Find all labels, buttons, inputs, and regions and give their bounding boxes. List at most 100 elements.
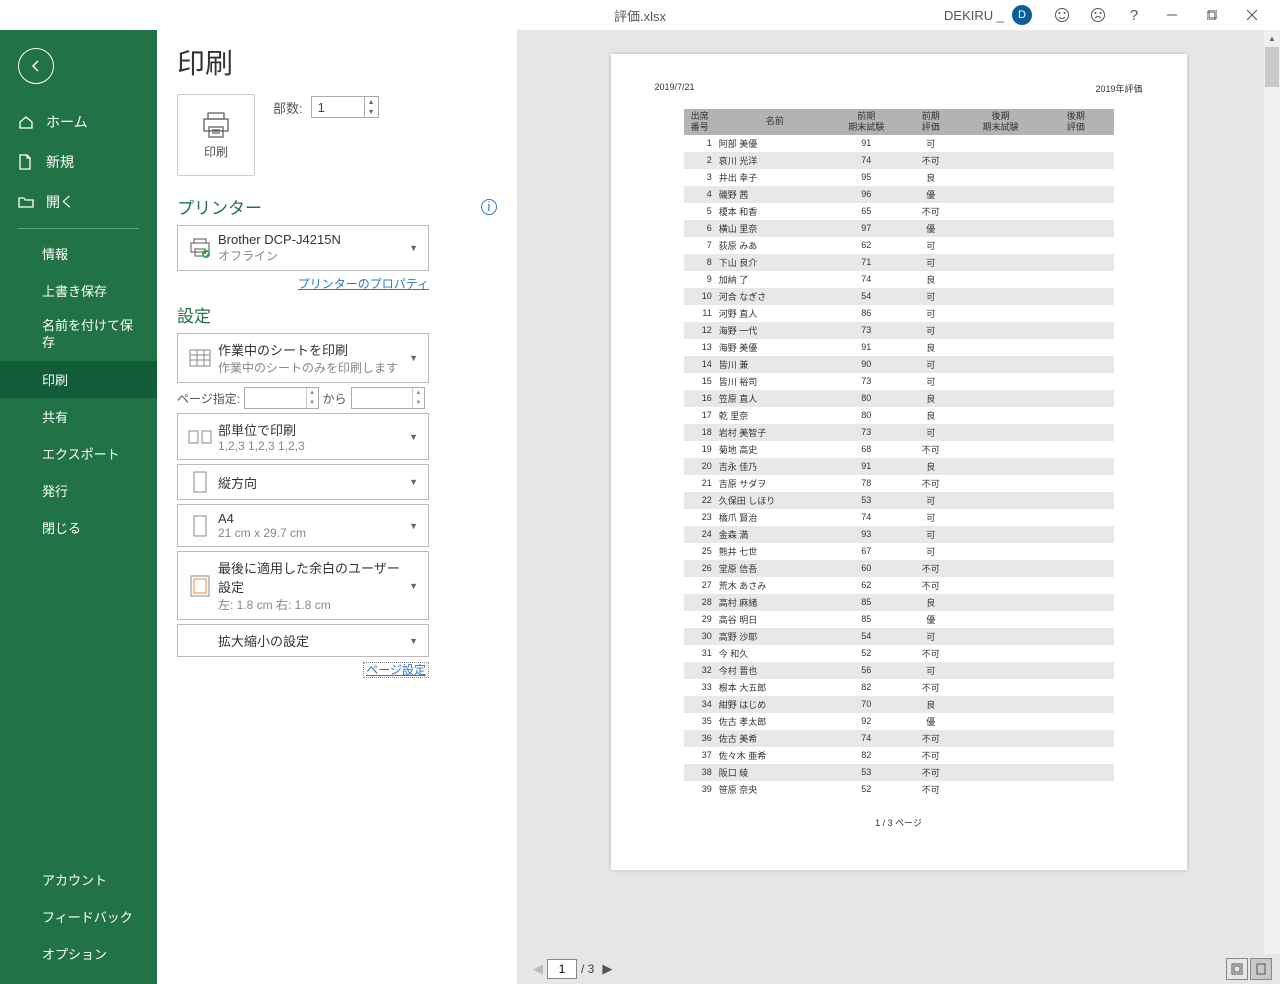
avatar[interactable]: D [1012, 5, 1032, 25]
table-row: 16笠原 直人80良 [684, 390, 1114, 407]
preview-table: 出席番号名前前期期末試験前期評価後期期末試験後期評価 1阿部 美優91可2哀川 … [684, 109, 1114, 798]
nav-bottom-item[interactable]: フィードバック [0, 898, 157, 935]
table-row: 38阪口 綾53不可 [684, 764, 1114, 781]
table-row: 6横山 里奈97優 [684, 220, 1114, 237]
username[interactable]: DEKIRU _ [944, 8, 1004, 23]
collate-dropdown[interactable]: 部単位で印刷1,2,3 1,2,3 1,2,3 ▼ [177, 413, 429, 460]
scroll-up[interactable]: ▲ [1264, 30, 1280, 46]
close-button[interactable] [1232, 0, 1272, 30]
table-row: 2哀川 光洋74不可 [684, 152, 1114, 169]
table-row: 15皆川 裕司73可 [684, 373, 1114, 390]
preview-page: 2019/7/21 2019年評価 出席番号名前前期期末試験前期評価後期期末試験… [611, 54, 1187, 870]
table-row: 3井出 幸子95良 [684, 169, 1114, 186]
printer-heading: プリンター i [177, 194, 497, 219]
col-header: 前期評価 [899, 109, 964, 135]
collate-icon [186, 428, 214, 446]
current-page-input[interactable] [547, 959, 577, 979]
col-header: 出席番号 [684, 109, 716, 135]
print-button[interactable]: 印刷 [177, 94, 255, 176]
back-button[interactable] [18, 48, 54, 84]
table-row: 9加納 了74良 [684, 271, 1114, 288]
copies-up[interactable]: ▲ [365, 97, 378, 107]
portrait-icon [186, 471, 214, 493]
table-row: 20吉永 佳乃91良 [684, 458, 1114, 475]
printer-properties-link[interactable]: プリンターのプロパティ [298, 277, 429, 291]
nav-sub-item[interactable]: 印刷 [0, 361, 157, 398]
chevron-down-icon: ▼ [407, 243, 420, 253]
smile-icon[interactable] [1054, 7, 1070, 23]
scroll-thumb[interactable] [1265, 47, 1279, 87]
paper-icon [186, 515, 214, 537]
nav-sub-item[interactable]: 上書き保存 [0, 272, 157, 309]
copies-input[interactable]: 1 ▲▼ [311, 96, 379, 118]
zoom-page-button[interactable] [1250, 958, 1272, 980]
nav-bottom-item[interactable]: アカウント [0, 861, 157, 898]
col-header: 後期評価 [1038, 109, 1113, 135]
margins-dropdown[interactable]: 最後に適用した余白のユーザー設定左: 1.8 cm 右: 1.8 cm ▼ [177, 551, 429, 620]
next-page-button[interactable]: ▶ [598, 960, 616, 978]
paper-size-dropdown[interactable]: A421 cm x 29.7 cm ▼ [177, 504, 429, 547]
col-header: 後期期末試験 [963, 109, 1038, 135]
table-row: 25熊井 七世67可 [684, 543, 1114, 560]
table-row: 33根本 大五郎82不可 [684, 679, 1114, 696]
page-setup-link[interactable]: ページ設定 [363, 662, 429, 678]
scaling-dropdown[interactable]: 拡大縮小の設定 ▼ [177, 624, 429, 657]
printer-dropdown[interactable]: Brother DCP-J4215N オフライン ▼ [177, 225, 429, 271]
table-row: 5榎本 和香65不可 [684, 203, 1114, 220]
nav-sub-item[interactable]: 閉じる [0, 509, 157, 546]
preview-scrollbar[interactable]: ▲ [1264, 30, 1280, 954]
open-icon [18, 195, 36, 209]
table-row: 23橋爪 賢治74可 [684, 509, 1114, 526]
show-margins-button[interactable] [1226, 958, 1248, 980]
col-header: 名前 [716, 109, 834, 135]
settings-heading: 設定 [177, 302, 497, 327]
table-row: 22久保田 しほり53可 [684, 492, 1114, 509]
backstage-sidebar: ホーム新規開く 情報上書き保存名前を付けて保存印刷共有エクスポート発行閉じる ア… [0, 30, 157, 984]
table-row: 19菊地 高史68不可 [684, 441, 1114, 458]
table-row: 18岩村 美智子73可 [684, 424, 1114, 441]
print-what-dropdown[interactable]: 作業中のシートを印刷作業中のシートのみを印刷します ▼ [177, 333, 429, 383]
maximize-button[interactable] [1192, 0, 1232, 30]
minimize-button[interactable] [1152, 0, 1192, 30]
table-row: 26堂原 信吾60不可 [684, 560, 1114, 577]
print-preview: 2019/7/21 2019年評価 出席番号名前前期期末試験前期評価後期期末試験… [517, 30, 1280, 984]
table-row: 31今 和久52不可 [684, 645, 1114, 662]
page-heading: 印刷 [177, 42, 497, 82]
table-row: 12海野 一代73可 [684, 322, 1114, 339]
nav-sub-item[interactable]: 共有 [0, 398, 157, 435]
sheet-icon [186, 349, 214, 367]
page-range: ページ指定: ▲▼ から ▲▼ [177, 387, 429, 409]
copies-label: 部数: [273, 98, 303, 117]
prev-page-button[interactable]: ◀ [529, 960, 547, 978]
copies-down[interactable]: ▼ [365, 107, 378, 117]
table-row: 4磯野 茜96優 [684, 186, 1114, 203]
table-row: 7荻原 みあ62可 [684, 237, 1114, 254]
table-row: 39笹原 奈央52不可 [684, 781, 1114, 798]
nav-home[interactable]: ホーム [0, 102, 157, 142]
table-row: 36佐古 美希74不可 [684, 730, 1114, 747]
preview-date: 2019/7/21 [655, 82, 695, 95]
frown-icon[interactable] [1090, 7, 1106, 23]
nav-sub-item[interactable]: 名前を付けて保存 [0, 309, 157, 361]
nav-divider [18, 228, 139, 229]
table-row: 27荒木 あさみ62不可 [684, 577, 1114, 594]
nav-sub-item[interactable]: 発行 [0, 472, 157, 509]
nav-open[interactable]: 開く [0, 182, 157, 222]
page-to-input[interactable]: ▲▼ [351, 387, 425, 409]
info-icon[interactable]: i [481, 199, 497, 215]
nav-sub-item[interactable]: 情報 [0, 235, 157, 272]
table-row: 32今村 晋也56可 [684, 662, 1114, 679]
help-icon[interactable]: ? [1126, 7, 1142, 23]
nav-bottom-item[interactable]: オプション [0, 935, 157, 972]
nav-new[interactable]: 新規 [0, 142, 157, 182]
page-from-input[interactable]: ▲▼ [244, 387, 318, 409]
table-row: 30高野 沙耶54可 [684, 628, 1114, 645]
print-panel: 印刷 印刷 部数: 1 ▲▼ プリンター i [157, 30, 517, 984]
table-row: 35佐古 孝太郎92優 [684, 713, 1114, 730]
orientation-dropdown[interactable]: 縦方向 ▼ [177, 464, 429, 500]
table-row: 8下山 良介71可 [684, 254, 1114, 271]
table-row: 11河野 直人86可 [684, 305, 1114, 322]
nav-sub-item[interactable]: エクスポート [0, 435, 157, 472]
preview-footer: 1 / 3 ページ [655, 816, 1143, 829]
table-row: 37佐々木 亜希82不可 [684, 747, 1114, 764]
